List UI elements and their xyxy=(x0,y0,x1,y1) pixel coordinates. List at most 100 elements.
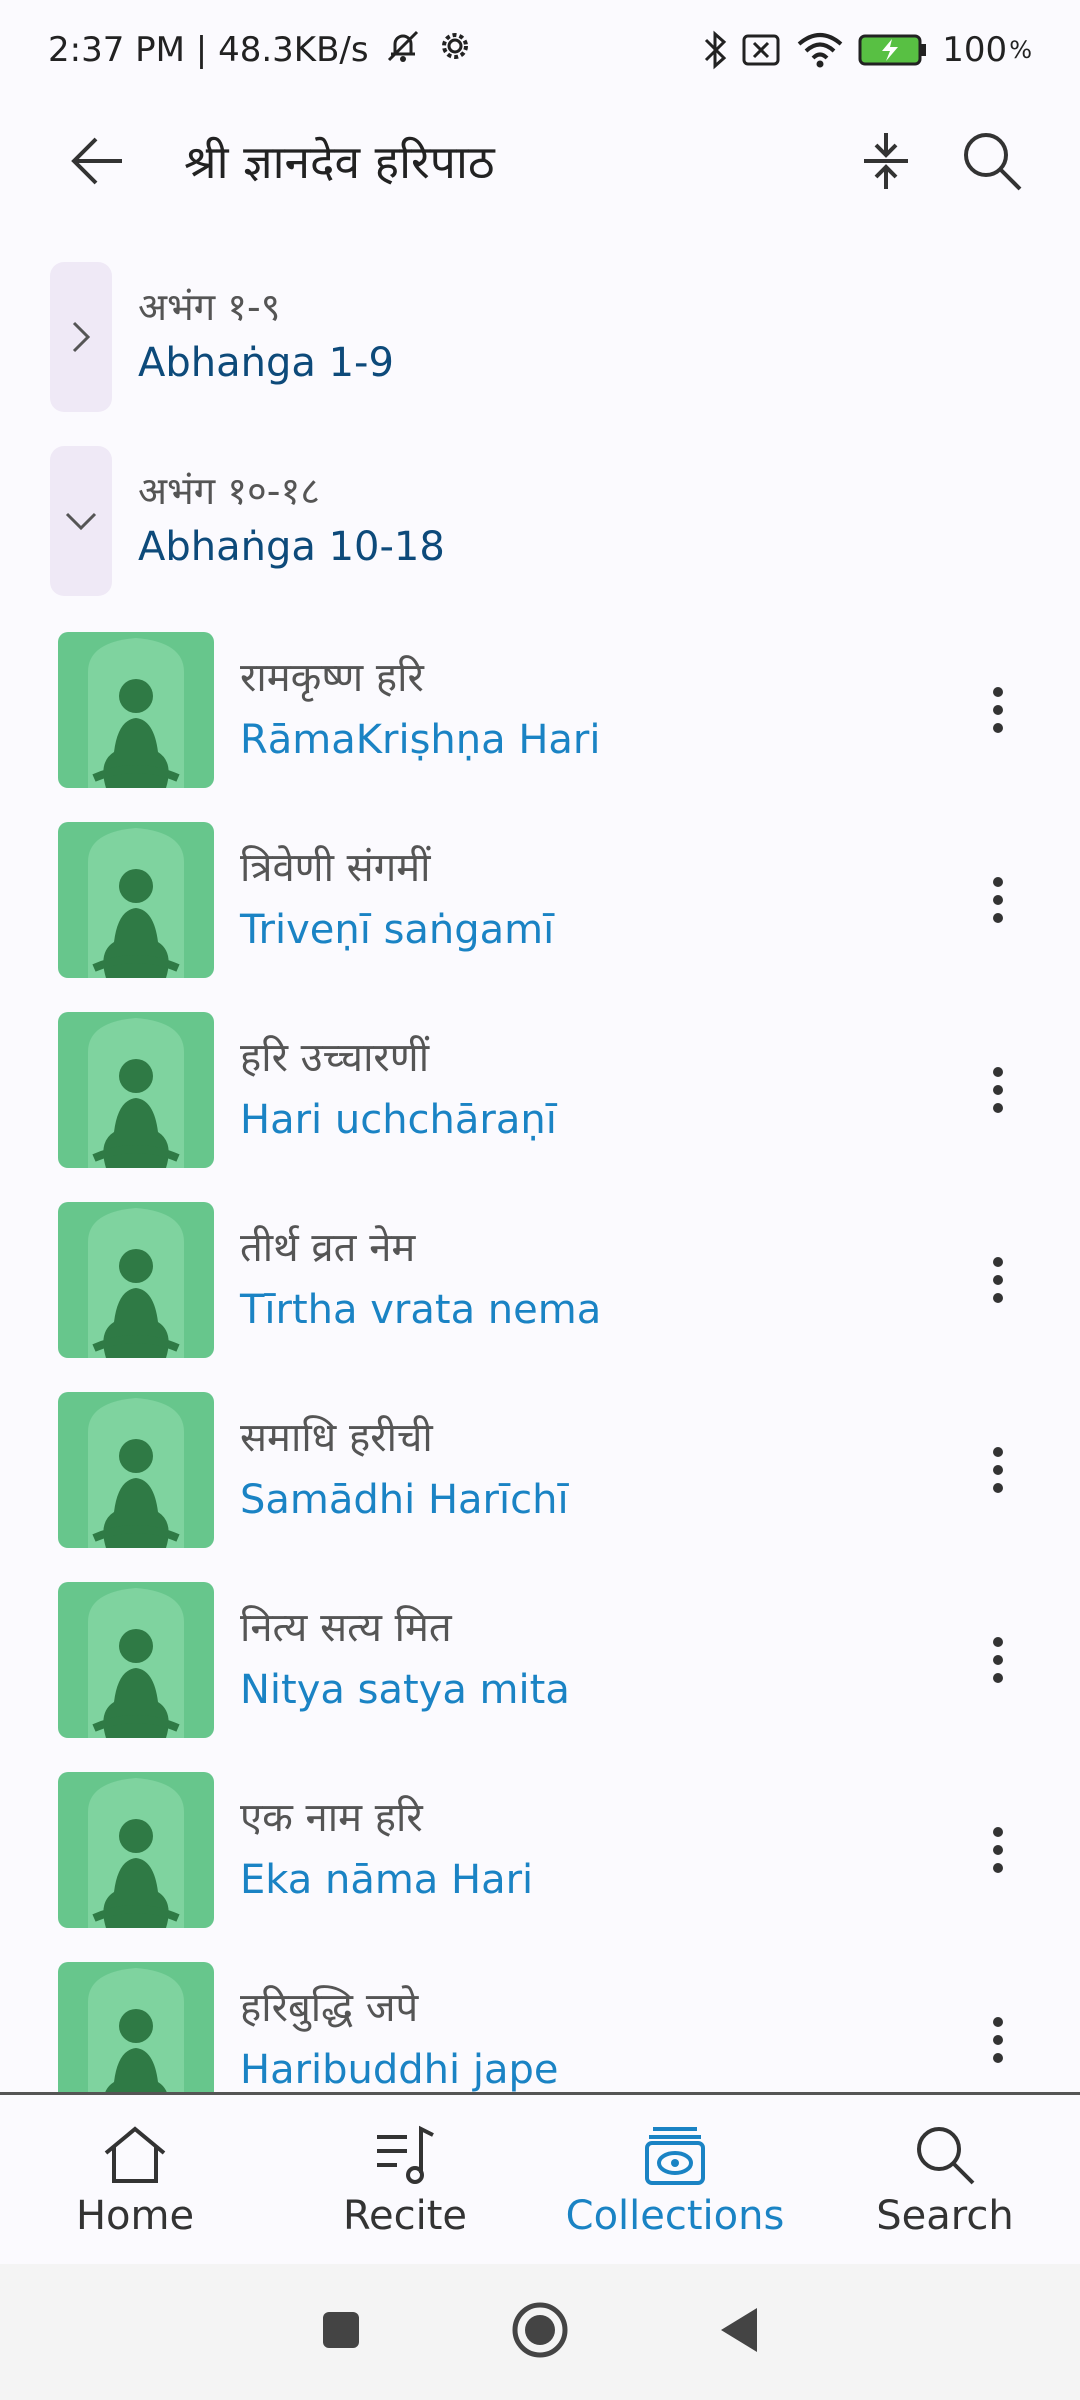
triangle-back-icon xyxy=(721,2308,757,2352)
item-title-english: Eka nāma Hari xyxy=(240,1857,534,1903)
status-right: 100 % xyxy=(702,30,1032,70)
saint-thumbnail-icon xyxy=(58,1582,214,1738)
nav-collections[interactable]: Collections xyxy=(540,2095,810,2267)
more-options-button[interactable] xyxy=(968,1790,1028,1910)
list-item[interactable]: हरि उच्चारणीं Hari uchchāraṇī xyxy=(58,1011,1028,1169)
saint-thumbnail-icon xyxy=(58,1202,214,1358)
circle-home-icon xyxy=(512,2302,568,2358)
section-texts: अभंग १-९ Abhaṅga 1-9 xyxy=(138,281,394,393)
search-button[interactable] xyxy=(944,113,1040,209)
item-title-devanagari: हरिबुद्धि जपे xyxy=(240,1985,419,2031)
section-texts: अभंग १०-१८ Abhaṅga 10-18 xyxy=(138,465,445,577)
status-time: 2:37 PM | 48.3KB/s xyxy=(48,30,369,70)
battery-level: 100 xyxy=(942,30,1008,70)
chevron-down-icon[interactable] xyxy=(50,446,112,596)
more-vert-icon xyxy=(993,877,1003,923)
section-abhanga-10-18[interactable]: अभंग १०-१८ Abhaṅga 10-18 xyxy=(50,446,1050,596)
item-title-english: RāmaKriṣhṇa Hari xyxy=(240,717,601,763)
item-texts: त्रिवेणी संगमीं Triveṇī saṅgamī xyxy=(240,838,968,962)
item-texts: हरिबुद्धि जपे Haribuddhi jape xyxy=(240,1978,968,2102)
home-icon xyxy=(104,2126,166,2183)
more-vert-icon xyxy=(993,1257,1003,1303)
list-item[interactable]: रामकृष्ण हरि RāmaKriṣhṇa Hari xyxy=(58,631,1028,789)
item-title-devanagari: एक नाम हरि xyxy=(240,1795,423,1841)
nav-label-collections: Collections xyxy=(565,2193,785,2239)
more-options-button[interactable] xyxy=(968,1980,1028,2100)
status-left: 2:37 PM | 48.3KB/s xyxy=(48,26,473,75)
battery-icon xyxy=(858,33,928,67)
back-system-button[interactable] xyxy=(719,2306,759,2358)
item-title-devanagari: हरि उच्चारणीं xyxy=(240,1035,430,1081)
more-options-button[interactable] xyxy=(968,1410,1028,1530)
nav-recite[interactable]: Recite xyxy=(270,2095,540,2267)
item-title-english: Hari uchchāraṇī xyxy=(240,1097,557,1143)
saint-thumbnail-icon xyxy=(58,822,214,978)
item-title-devanagari: तीर्थ व्रत नेम xyxy=(240,1225,416,1271)
more-vert-icon xyxy=(993,1447,1003,1493)
more-vert-icon xyxy=(993,687,1003,733)
saint-thumbnail-icon xyxy=(58,1772,214,1928)
bottom-navigation: Home Recite Collections Search xyxy=(0,2092,1080,2267)
section-title-english: Abhaṅga 1-9 xyxy=(138,340,394,386)
saint-thumbnail-icon xyxy=(58,1392,214,1548)
saint-thumbnail-icon xyxy=(58,1012,214,1168)
search-icon xyxy=(964,133,1022,191)
nav-label-recite: Recite xyxy=(342,2193,467,2239)
nav-label-search: Search xyxy=(876,2193,1014,2239)
more-options-button[interactable] xyxy=(968,650,1028,770)
nav-home[interactable]: Home xyxy=(0,2095,270,2267)
settings-gear-icon xyxy=(437,28,473,73)
item-title-devanagari: नित्य सत्य मित xyxy=(240,1605,452,1651)
section-title-english: Abhaṅga 10-18 xyxy=(138,524,445,570)
list-item[interactable]: त्रिवेणी संगमीं Triveṇī saṅgamī xyxy=(58,821,1028,979)
list-item[interactable]: नित्य सत्य मित Nitya satya mita xyxy=(58,1581,1028,1739)
music-list-icon xyxy=(377,2125,434,2184)
collapse-icon xyxy=(864,133,908,189)
no-sim-icon xyxy=(742,33,782,67)
list-item[interactable]: समाधि हरीची Samādhi Harīchī xyxy=(58,1391,1028,1549)
more-options-button[interactable] xyxy=(968,1030,1028,1150)
system-navigation-bar xyxy=(0,2264,1080,2400)
item-texts: नित्य सत्य मित Nitya satya mita xyxy=(240,1598,968,1722)
item-title-english: Triveṇī saṅgamī xyxy=(240,907,555,953)
more-vert-icon xyxy=(993,1827,1003,1873)
status-bar: 2:37 PM | 48.3KB/s 100 % xyxy=(0,0,1080,100)
back-arrow-icon xyxy=(71,137,122,185)
home-system-button[interactable] xyxy=(511,2301,569,2363)
wifi-icon xyxy=(796,32,844,68)
app-bar: श्री ज्ञानदेव हरिपाठ xyxy=(0,100,1080,222)
section-title-devanagari: अभंग १०-१८ xyxy=(138,469,320,513)
item-texts: हरि उच्चारणीं Hari uchchāraṇī xyxy=(240,1028,968,1152)
list-item[interactable]: एक नाम हरि Eka nāma Hari xyxy=(58,1771,1028,1929)
section-abhanga-1-9[interactable]: अभंग १-९ Abhaṅga 1-9 xyxy=(50,262,1050,412)
more-vert-icon xyxy=(993,1637,1003,1683)
item-title-devanagari: रामकृष्ण हरि xyxy=(240,655,424,701)
item-title-english: Tīrtha vrata nema xyxy=(240,1287,602,1333)
nav-search[interactable]: Search xyxy=(810,2095,1080,2267)
item-texts: रामकृष्ण हरि RāmaKriṣhṇa Hari xyxy=(240,648,968,772)
saint-thumbnail-icon xyxy=(58,632,214,788)
search-icon xyxy=(917,2127,975,2185)
more-options-button[interactable] xyxy=(968,1220,1028,1340)
item-texts: तीर्थ व्रत नेम Tīrtha vrata nema xyxy=(240,1218,968,1342)
item-title-english: Nitya satya mita xyxy=(240,1667,570,1713)
nav-label-home: Home xyxy=(75,2193,195,2239)
square-icon xyxy=(323,2312,359,2348)
recents-button[interactable] xyxy=(321,2310,361,2354)
collapse-all-button[interactable] xyxy=(838,113,934,209)
list-item[interactable]: तीर्थ व्रत नेम Tīrtha vrata nema xyxy=(58,1201,1028,1359)
more-options-button[interactable] xyxy=(968,1600,1028,1720)
more-vert-icon xyxy=(993,2017,1003,2063)
item-title-english: Samādhi Harīchī xyxy=(240,1477,569,1523)
bluetooth-icon xyxy=(702,30,728,70)
section-title-devanagari: अभंग १-९ xyxy=(138,285,281,329)
item-title-devanagari: त्रिवेणी संगमीं xyxy=(240,845,431,891)
item-title-devanagari: समाधि हरीची xyxy=(240,1415,433,1461)
back-button[interactable] xyxy=(48,113,144,209)
page-title: श्री ज्ञानदेव हरिपाठ xyxy=(184,135,495,189)
more-options-button[interactable] xyxy=(968,840,1028,960)
battery-percent-sign: % xyxy=(1009,36,1032,64)
chevron-right-icon[interactable] xyxy=(50,262,112,412)
more-vert-icon xyxy=(993,1067,1003,1113)
item-texts: एक नाम हरि Eka nāma Hari xyxy=(240,1788,968,1912)
